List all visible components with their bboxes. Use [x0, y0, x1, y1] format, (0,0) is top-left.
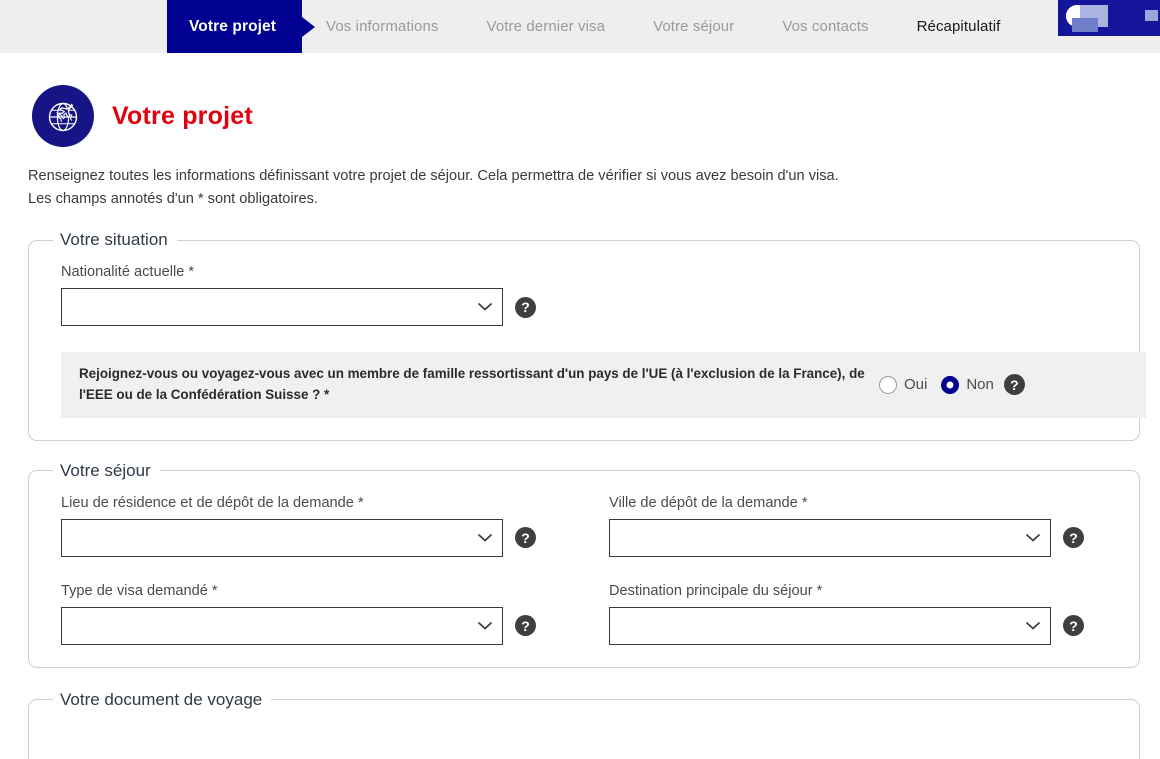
progress-tabbar: Votre projet Vos informations Votre dern…: [0, 0, 1160, 53]
tab-vos-informations[interactable]: Vos informations: [302, 0, 463, 53]
intro-line-2: Les champs annotés d'un * sont obligatoi…: [28, 190, 318, 207]
family-member-radio-group: Oui Non: [879, 375, 994, 394]
radio-oui[interactable]: Oui: [879, 375, 928, 394]
section-legend: Votre situation: [60, 230, 168, 250]
page-content: Votre projet Renseignez toutes les infor…: [0, 53, 1160, 759]
page-header: Votre projet: [0, 53, 1160, 147]
help-icon[interactable]: ?: [1063, 527, 1084, 549]
tab-votre-sejour[interactable]: Votre séjour: [629, 0, 758, 53]
lieu-residence-select-wrapper[interactable]: [61, 518, 503, 557]
help-icon[interactable]: ?: [1063, 615, 1084, 637]
sejour-row-2: Type de visa demandé * ? Destination pri…: [45, 583, 1123, 645]
corner-logo-dot: [1145, 10, 1158, 21]
section-votre-situation: Votre situation Nationalité actuelle * ?: [28, 230, 1146, 441]
field-type-visa: Type de visa demandé * ?: [45, 583, 584, 645]
select-row: ?: [61, 518, 584, 557]
radio-dot-oui[interactable]: [879, 375, 897, 394]
field-label: Destination principale du séjour *: [609, 582, 823, 599]
field-label: Type de visa demandé *: [61, 582, 218, 599]
section-body: Lieu de résidence et de dépôt de la dema…: [45, 491, 1123, 645]
tab-label: Votre dernier visa: [486, 18, 606, 35]
tab-label: Vos contacts: [782, 18, 869, 35]
tab-vos-contacts[interactable]: Vos contacts: [758, 0, 892, 53]
select-row: ?: [61, 288, 1123, 327]
ville-depot-select[interactable]: [610, 519, 1050, 556]
section-body: Nationalité actuelle * ? Rejoignez-vous …: [45, 260, 1146, 418]
section-votre-document-de-voyage: Votre document de voyage: [28, 689, 1140, 759]
select-row: ?: [609, 606, 1123, 645]
intro-text: Renseignez toutes les informations défin…: [28, 165, 1028, 210]
tab-votre-projet[interactable]: Votre projet: [167, 0, 303, 53]
help-icon[interactable]: ?: [1003, 374, 1025, 396]
radio-dot-non[interactable]: [941, 375, 960, 394]
nationalite-select-wrapper[interactable]: [61, 288, 503, 327]
radio-label-oui: Oui: [904, 376, 928, 394]
nationalite-select[interactable]: [62, 289, 502, 326]
globe-airplane-icon: [32, 85, 94, 147]
type-visa-select-wrapper[interactable]: [61, 606, 503, 645]
select-row: ?: [609, 518, 1123, 557]
ville-depot-select-wrapper[interactable]: [609, 518, 1051, 557]
tabbar-spacer: [0, 0, 167, 53]
page-title: Votre projet: [112, 101, 253, 130]
section-votre-sejour: Votre séjour Lieu de résidence et de dép…: [28, 460, 1140, 668]
tab-label: Vos informations: [326, 18, 439, 35]
destination-principale-select-wrapper[interactable]: [609, 606, 1051, 645]
field-nationalite: Nationalité actuelle * ?: [45, 264, 1123, 327]
radio-non[interactable]: Non: [941, 375, 994, 394]
field-label: Ville de dépôt de la demande *: [609, 494, 808, 511]
intro-line-1: Renseignez toutes les informations défin…: [28, 168, 839, 184]
family-member-question-band: Rejoignez-vous ou voyagez-vous avec un m…: [61, 352, 1146, 418]
family-member-question-text: Rejoignez-vous ou voyagez-vous avec un m…: [79, 366, 865, 402]
help-icon[interactable]: ?: [515, 527, 536, 549]
tab-votre-dernier-visa[interactable]: Votre dernier visa: [463, 0, 630, 53]
type-visa-select[interactable]: [62, 607, 502, 644]
corner-logo-bar: [1072, 18, 1098, 32]
field-lieu-residence: Lieu de résidence et de dépôt de la dema…: [45, 495, 584, 557]
destination-principale-select[interactable]: [610, 607, 1050, 644]
radio-label-non: Non: [966, 376, 994, 394]
tab-label: Récapitulatif: [916, 18, 1001, 35]
sejour-row-1: Lieu de résidence et de dépôt de la dema…: [45, 495, 1123, 557]
tab-label: Votre projet: [189, 17, 277, 35]
help-icon[interactable]: ?: [515, 615, 536, 637]
tab-recapitulatif[interactable]: Récapitulatif: [893, 0, 1025, 53]
help-icon[interactable]: ?: [515, 296, 536, 318]
field-label: Lieu de résidence et de dépôt de la dema…: [61, 494, 364, 511]
field-destination-principale: Destination principale du séjour * ?: [584, 583, 1123, 645]
row-spacer: [45, 557, 1123, 583]
section-legend: Votre document de voyage: [60, 689, 263, 709]
corner-logo-widget[interactable]: [1058, 0, 1160, 36]
field-label: Nationalité actuelle *: [61, 264, 195, 281]
tab-label: Votre séjour: [653, 18, 735, 35]
section-legend: Votre séjour: [60, 460, 151, 480]
field-ville-depot: Ville de dépôt de la demande * ?: [584, 495, 1123, 557]
select-row: ?: [61, 606, 584, 645]
lieu-residence-select[interactable]: [62, 519, 502, 556]
